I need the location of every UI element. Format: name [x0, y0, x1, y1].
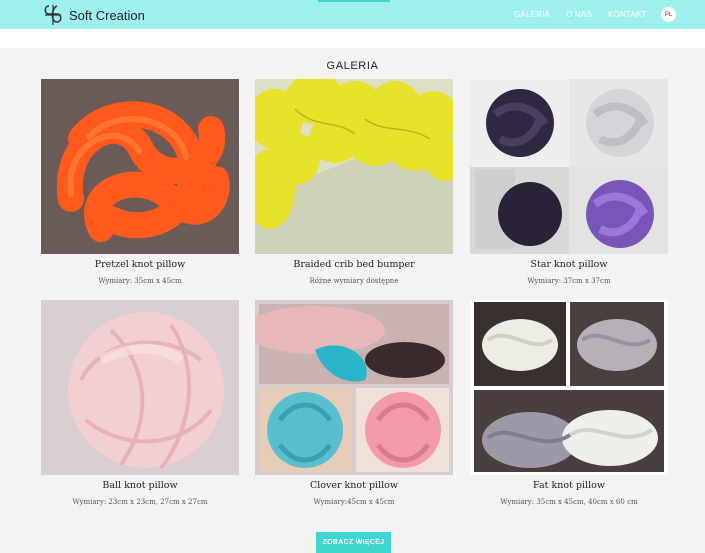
nav-o-nas[interactable]: O NAS [566, 10, 592, 19]
language-switch[interactable]: PL [661, 7, 676, 22]
see-more-button[interactable]: ZOBACZ WIĘCEJ [316, 532, 391, 553]
pretzel-pillow-image[interactable] [41, 79, 239, 254]
gallery-card-braided[interactable]: Braided crib bed bumper Różne wymiary do… [255, 79, 453, 285]
item-dimensions: Różne wymiary dostępne [309, 277, 399, 285]
fat-pillow-image[interactable] [470, 300, 668, 475]
nav-galeria[interactable]: GALERIA [514, 10, 550, 19]
item-name: Clover knot pillow [309, 480, 399, 491]
brand-name: Soft Creation [69, 7, 145, 23]
top-accent-tab [318, 0, 390, 2]
gallery-card-ball[interactable]: Ball knot pillow Wymiary: 23cm x 23cm, 2… [41, 300, 239, 506]
item-dimensions: Wymiary: 37cm x 37cm [527, 277, 611, 285]
gallery-card-star[interactable]: Star knot pillow Wymiary: 37cm x 37cm [470, 79, 668, 285]
item-dimensions: Wymiary: 35cm x 45cm [98, 277, 182, 285]
gallery-card-clover[interactable]: Clover knot pillow Wymiary:45cm x 45cm [255, 300, 453, 506]
item-name: Ball knot pillow [102, 480, 178, 491]
item-name: Braided crib bed bumper [293, 259, 415, 270]
main-nav: GALERIA O NAS KONTAKT [514, 10, 663, 19]
item-dimensions: Wymiary: 23cm x 23cm, 27cm x 27cm [72, 498, 208, 506]
item-name: Star knot pillow [530, 259, 608, 270]
top-bar: Soft Creation GALERIA O NAS KONTAKT PL [0, 0, 705, 29]
item-name: Fat knot pillow [533, 480, 605, 491]
gallery-card-pretzel[interactable]: Pretzel knot pillow Wymiary: 35cm x 45cm [41, 79, 239, 285]
item-name: Pretzel knot pillow [94, 259, 186, 270]
braided-bumper-image[interactable] [255, 79, 453, 254]
ball-pillow-image[interactable] [41, 300, 239, 475]
clover-pillow-image[interactable] [255, 300, 453, 475]
item-dimensions: Wymiary:45cm x 45cm [313, 498, 395, 506]
gallery-title: GALERIA [326, 60, 379, 72]
item-dimensions: Wymiary: 35cm x 45cm, 40cm x 60 cm [500, 498, 638, 506]
logo[interactable]: Soft Creation [41, 3, 145, 27]
nav-kontakt[interactable]: KONTAKT [608, 10, 647, 19]
star-pillow-image[interactable] [470, 79, 668, 254]
knot-logo-icon [44, 5, 62, 25]
header-spacer [0, 29, 705, 48]
gallery-card-fat[interactable]: Fat knot pillow Wymiary: 35cm x 45cm, 40… [470, 300, 668, 506]
